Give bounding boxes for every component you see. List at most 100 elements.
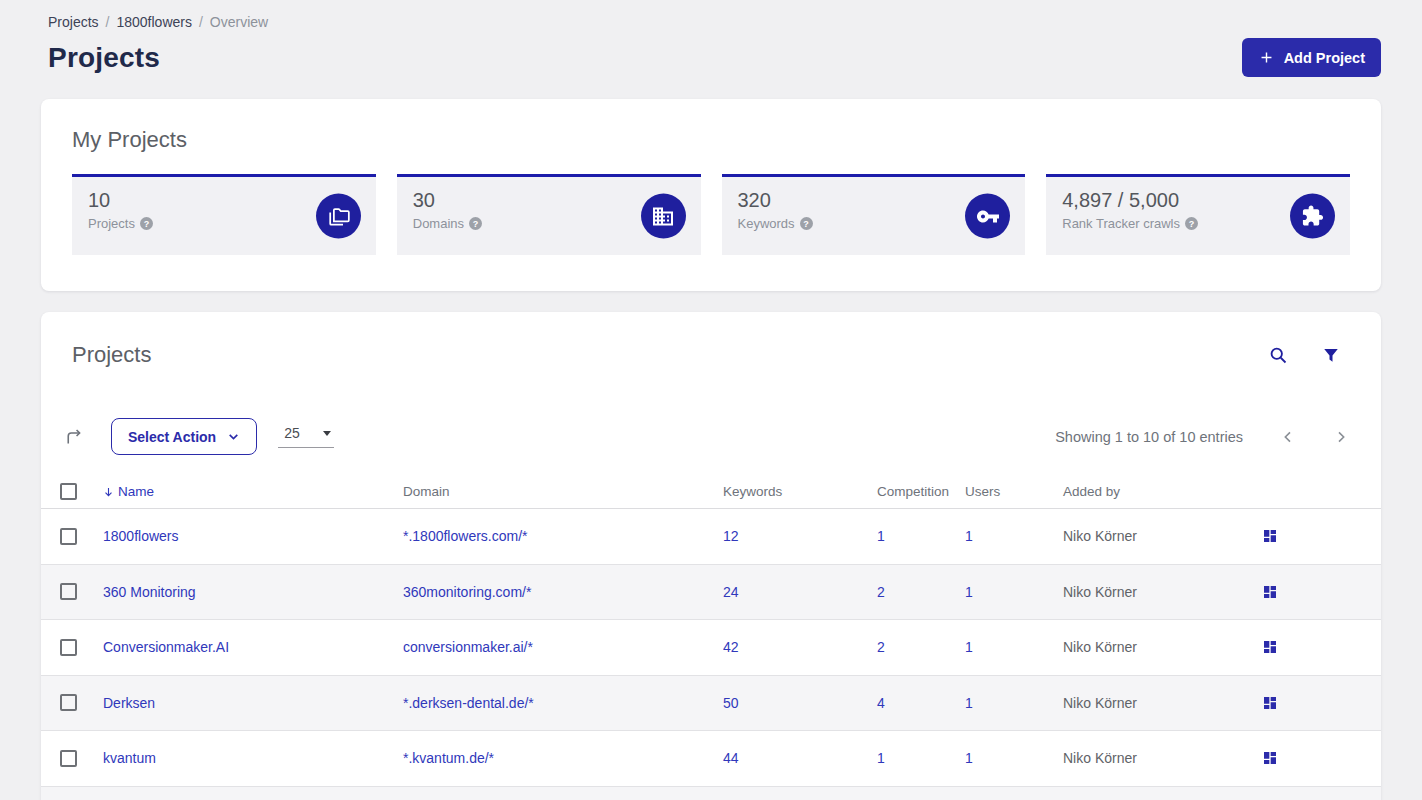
plus-icon — [1258, 49, 1275, 66]
chevron-left-icon — [1280, 429, 1296, 445]
stat-tile-domains: 30 Domains? — [397, 174, 701, 255]
stat-tile-crawls: 4,897 / 5,000 Rank Tracker crawls? — [1046, 174, 1350, 255]
row-checkbox[interactable] — [60, 528, 77, 545]
project-added-by: Niko Körner — [1063, 750, 1137, 766]
table-body: 1800flowers *.1800flowers.com/* 12 1 1 N… — [41, 509, 1381, 787]
project-domain-link[interactable]: conversionmaker.ai/* — [403, 639, 533, 655]
pagination-prev-button[interactable] — [1280, 429, 1296, 445]
stat-tile-keywords: 320 Keywords? — [722, 174, 1026, 255]
filter-icon[interactable] — [1322, 346, 1340, 364]
page-size-select[interactable]: 25 — [278, 425, 334, 448]
column-header-users[interactable]: Users — [965, 484, 1063, 499]
my-projects-title: My Projects — [72, 127, 1350, 153]
search-icon[interactable] — [1268, 345, 1288, 365]
project-domain-link[interactable]: *.derksen-dental.de/* — [403, 695, 534, 711]
help-icon[interactable]: ? — [800, 217, 813, 230]
select-action-label: Select Action — [128, 429, 216, 445]
breadcrumb-separator: / — [106, 14, 110, 30]
help-icon[interactable]: ? — [1185, 217, 1198, 230]
row-checkbox[interactable] — [60, 583, 77, 600]
add-project-label: Add Project — [1284, 50, 1365, 66]
projects-table: Name Domain Keywords Competition Users A… — [41, 475, 1381, 800]
project-keywords-link[interactable]: 12 — [723, 528, 739, 544]
page-size-value: 25 — [284, 425, 300, 441]
dashboard-icon[interactable] — [1262, 528, 1381, 544]
projects-stack-icon — [316, 194, 361, 239]
pagination-status: Showing 1 to 10 of 10 entries — [1055, 429, 1243, 445]
column-header-keywords[interactable]: Keywords — [723, 484, 877, 499]
pagination-next-button[interactable] — [1333, 429, 1349, 445]
project-added-by: Niko Körner — [1063, 695, 1137, 711]
project-keywords-link[interactable]: 50 — [723, 695, 739, 711]
project-name-link[interactable]: 1800flowers — [103, 528, 179, 544]
project-name-link[interactable]: Conversionmaker.AI — [103, 639, 229, 655]
project-users-link[interactable]: 1 — [965, 639, 973, 655]
project-domain-link[interactable]: *.kvantum.de/* — [403, 750, 494, 766]
table-row: kvantum *.kvantum.de/* 44 1 1 Niko Körne… — [41, 731, 1381, 787]
breadcrumb-projects[interactable]: Projects — [48, 14, 99, 30]
table-row-partial — [41, 787, 1381, 800]
forward-arrow-icon[interactable] — [63, 426, 84, 447]
dashboard-icon[interactable] — [1262, 695, 1381, 711]
select-all-checkbox[interactable] — [60, 483, 77, 500]
table-header: Name Domain Keywords Competition Users A… — [41, 475, 1381, 509]
sort-desc-icon — [103, 486, 114, 498]
table-row: Conversionmaker.AI conversionmaker.ai/* … — [41, 620, 1381, 676]
table-row: 360 Monitoring 360monitoring.com/* 24 2 … — [41, 565, 1381, 621]
project-competition-link[interactable]: 1 — [877, 528, 885, 544]
stat-label: Rank Tracker crawls — [1062, 216, 1180, 231]
project-domain-link[interactable]: *.1800flowers.com/* — [403, 528, 528, 544]
project-users-link[interactable]: 1 — [965, 695, 973, 711]
column-header-name[interactable]: Name — [103, 484, 403, 499]
stat-label: Projects — [88, 216, 135, 231]
select-action-dropdown[interactable]: Select Action — [111, 418, 257, 455]
title-row: Projects Add Project — [41, 38, 1381, 77]
row-checkbox[interactable] — [60, 639, 77, 656]
building-icon — [641, 194, 686, 239]
projects-card-title: Projects — [72, 342, 151, 368]
project-domain-link[interactable]: 360monitoring.com/* — [403, 584, 531, 600]
row-checkbox[interactable] — [60, 750, 77, 767]
breadcrumb-1800flowers[interactable]: 1800flowers — [116, 14, 192, 30]
table-toolbar: Select Action 25 Showing 1 to 10 of 10 e… — [41, 418, 1381, 455]
breadcrumb: Projects / 1800flowers / Overview — [41, 0, 1381, 30]
select-arrow-icon — [323, 431, 331, 436]
column-header-added-by[interactable]: Added by — [1063, 484, 1262, 499]
project-keywords-link[interactable]: 44 — [723, 750, 739, 766]
project-added-by: Niko Körner — [1063, 528, 1137, 544]
project-users-link[interactable]: 1 — [965, 528, 973, 544]
page: Projects / 1800flowers / Overview Projec… — [0, 0, 1422, 800]
dashboard-icon[interactable] — [1262, 639, 1381, 655]
project-name-link[interactable]: Derksen — [103, 695, 155, 711]
page-title: Projects — [48, 42, 160, 74]
row-checkbox[interactable] — [60, 694, 77, 711]
stat-tiles: 10 Projects? 30 Domains? 320 Keywor — [72, 174, 1350, 255]
project-users-link[interactable]: 1 — [965, 750, 973, 766]
project-competition-link[interactable]: 2 — [877, 584, 885, 600]
project-competition-link[interactable]: 1 — [877, 750, 885, 766]
project-name-link[interactable]: 360 Monitoring — [103, 584, 196, 600]
add-project-button[interactable]: Add Project — [1242, 38, 1381, 77]
project-keywords-link[interactable]: 42 — [723, 639, 739, 655]
project-keywords-link[interactable]: 24 — [723, 584, 739, 600]
column-header-domain[interactable]: Domain — [403, 484, 723, 499]
project-competition-link[interactable]: 4 — [877, 695, 885, 711]
table-row: Derksen *.derksen-dental.de/* 50 4 1 Nik… — [41, 676, 1381, 732]
chevron-right-icon — [1333, 429, 1349, 445]
column-header-competition[interactable]: Competition — [877, 484, 965, 499]
help-icon[interactable]: ? — [140, 217, 153, 230]
projects-table-card: Projects Select Action 25 — [41, 312, 1381, 800]
project-name-link[interactable]: kvantum — [103, 750, 156, 766]
project-users-link[interactable]: 1 — [965, 584, 973, 600]
stat-tile-projects: 10 Projects? — [72, 174, 376, 255]
project-added-by: Niko Körner — [1063, 584, 1137, 600]
my-projects-card: My Projects 10 Projects? 30 Domains? — [41, 99, 1381, 291]
table-row: 1800flowers *.1800flowers.com/* 12 1 1 N… — [41, 509, 1381, 565]
dashboard-icon[interactable] — [1262, 750, 1381, 766]
key-icon — [965, 194, 1010, 239]
help-icon[interactable]: ? — [469, 217, 482, 230]
project-competition-link[interactable]: 2 — [877, 639, 885, 655]
dashboard-icon[interactable] — [1262, 584, 1381, 600]
project-added-by: Niko Körner — [1063, 639, 1137, 655]
breadcrumb-overview: Overview — [210, 14, 268, 30]
